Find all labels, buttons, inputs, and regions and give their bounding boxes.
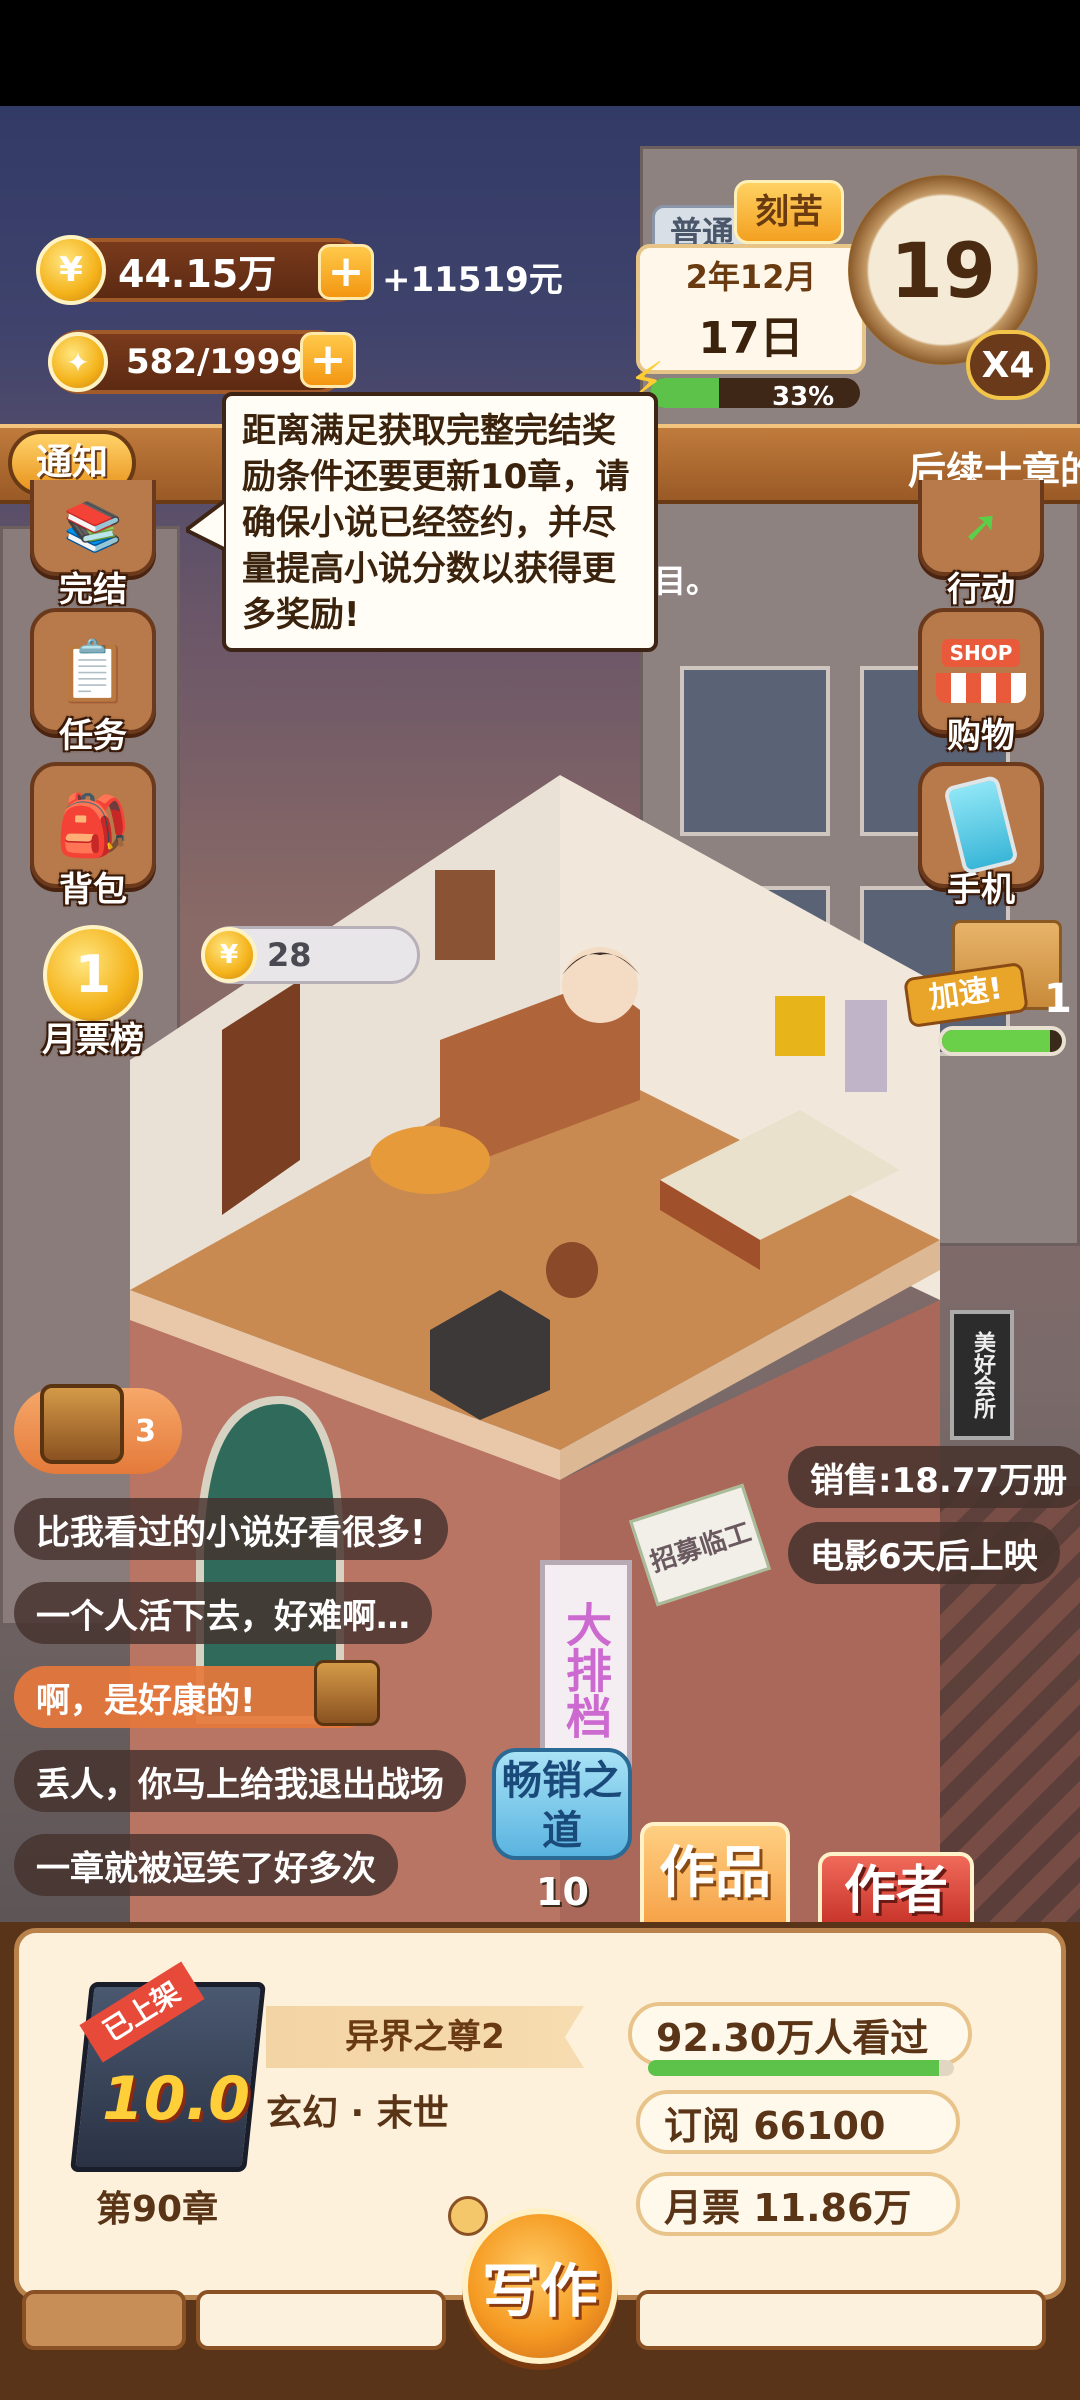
- bestseller-count: 10: [536, 1870, 589, 1914]
- book-score: 10.0: [102, 2064, 251, 2134]
- poster: [845, 1000, 887, 1092]
- menu-complete-label: 完结: [59, 570, 127, 610]
- comment-bubble: 丢人，你马上给我退出战场: [14, 1750, 466, 1812]
- comment-bubble: 一章就被逗笑了好多次: [14, 1834, 398, 1896]
- speed-multiplier[interactable]: X4: [966, 330, 1050, 400]
- speedup-count: 1: [1044, 976, 1072, 1022]
- menu-action-label: 行动: [947, 570, 1015, 610]
- pen-icon: [448, 2196, 488, 2236]
- speedup-progress-fill: [942, 1030, 1050, 1052]
- bottom-bar-left[interactable]: [22, 2290, 186, 2350]
- big-sign: 大排档: [540, 1560, 632, 1780]
- menu-monthly-ranking[interactable]: 1 月票榜: [30, 912, 156, 1061]
- income-text: +11519元: [382, 260, 563, 300]
- coin-bubble[interactable]: ¥ 28: [201, 926, 420, 984]
- treasure-chest-icon: [40, 1384, 124, 1464]
- menu-tasks-label: 任务: [59, 716, 127, 756]
- book-genre: 玄幻 · 末世: [266, 2093, 449, 2134]
- bestseller-button[interactable]: 畅销之道: [492, 1748, 632, 1860]
- tab-works[interactable]: 作品: [640, 1822, 790, 1928]
- day-progress-text: 33%: [772, 382, 835, 412]
- chest-count: 3: [135, 1413, 156, 1449]
- room-window: [435, 870, 495, 960]
- poster: [775, 996, 825, 1056]
- views-progress-fill: [648, 2060, 939, 2076]
- ranking-badge: 1: [43, 925, 143, 1025]
- menu-shop[interactable]: SHOP 购物: [918, 608, 1044, 757]
- comment-bubble: 一个人活下去，好难啊…: [14, 1582, 432, 1644]
- sales-pill: 销售:18.77万册: [788, 1446, 1080, 1508]
- tooltip-pointer: [186, 500, 226, 553]
- views-stat: 92.30万人看过: [628, 2002, 972, 2066]
- menu-backpack-label: 背包: [59, 870, 127, 910]
- monthly-votes-stat: 月票 11.86万: [636, 2172, 960, 2236]
- menu-backpack[interactable]: 🎒 背包: [30, 762, 156, 911]
- character: [562, 947, 638, 1023]
- street-sign: 美好会所: [950, 1310, 1014, 1440]
- shop-badge: SHOP: [941, 639, 1021, 667]
- lightbulb-icon: ✦: [48, 332, 108, 392]
- movie-pill: 电影6天后上映: [788, 1522, 1060, 1584]
- menu-shop-label: 购物: [947, 716, 1015, 756]
- add-inspiration-button[interactable]: +: [300, 332, 356, 388]
- dog: [546, 1242, 598, 1298]
- coin-bubble-amount: 28: [267, 936, 312, 974]
- menu-monthly-ranking-label: 月票榜: [42, 1020, 144, 1060]
- tab-author[interactable]: 作者: [818, 1852, 974, 1928]
- chapter-label: 第90章: [96, 2189, 219, 2230]
- menu-phone[interactable]: 手机: [918, 762, 1044, 911]
- book-title: 异界之尊2: [266, 2006, 584, 2068]
- coin-icon: ¥: [201, 927, 257, 983]
- treasure-chest-icon: [314, 1660, 380, 1726]
- date-year-month: 2年12月: [685, 258, 817, 296]
- coin-amount: 44.15万: [118, 251, 277, 296]
- coin-icon: ¥: [36, 235, 106, 305]
- add-coins-button[interactable]: +: [318, 244, 374, 300]
- subscriptions-stat: 订阅 66100: [636, 2090, 960, 2154]
- views-progress-bar: [648, 2060, 954, 2076]
- notice-hidden-tail: 目。: [654, 562, 719, 600]
- comment-bubble: 比我看过的小说好看很多!: [14, 1498, 448, 1560]
- mode-hard-tab[interactable]: 刻苦: [734, 180, 844, 244]
- inspiration-amount: 582/1999: [126, 342, 305, 382]
- menu-tasks[interactable]: 📋 任务: [30, 608, 156, 757]
- bottom-bar-middle[interactable]: [196, 2290, 446, 2350]
- menu-complete[interactable]: 📚 完结: [30, 480, 156, 611]
- date-day: 17日: [698, 313, 804, 364]
- pet-bed: [370, 1126, 490, 1194]
- bottom-bar-right[interactable]: [636, 2290, 1046, 2350]
- speedup-progress-bar: [938, 1026, 1066, 1056]
- write-button[interactable]: 写作: [462, 2208, 618, 2364]
- notice-tooltip: 距离满足获取完整完结奖励条件还要更新10章，请确保小说已经签约，并尽量提高小说分…: [222, 392, 658, 652]
- menu-action[interactable]: ➚ 行动: [918, 480, 1044, 611]
